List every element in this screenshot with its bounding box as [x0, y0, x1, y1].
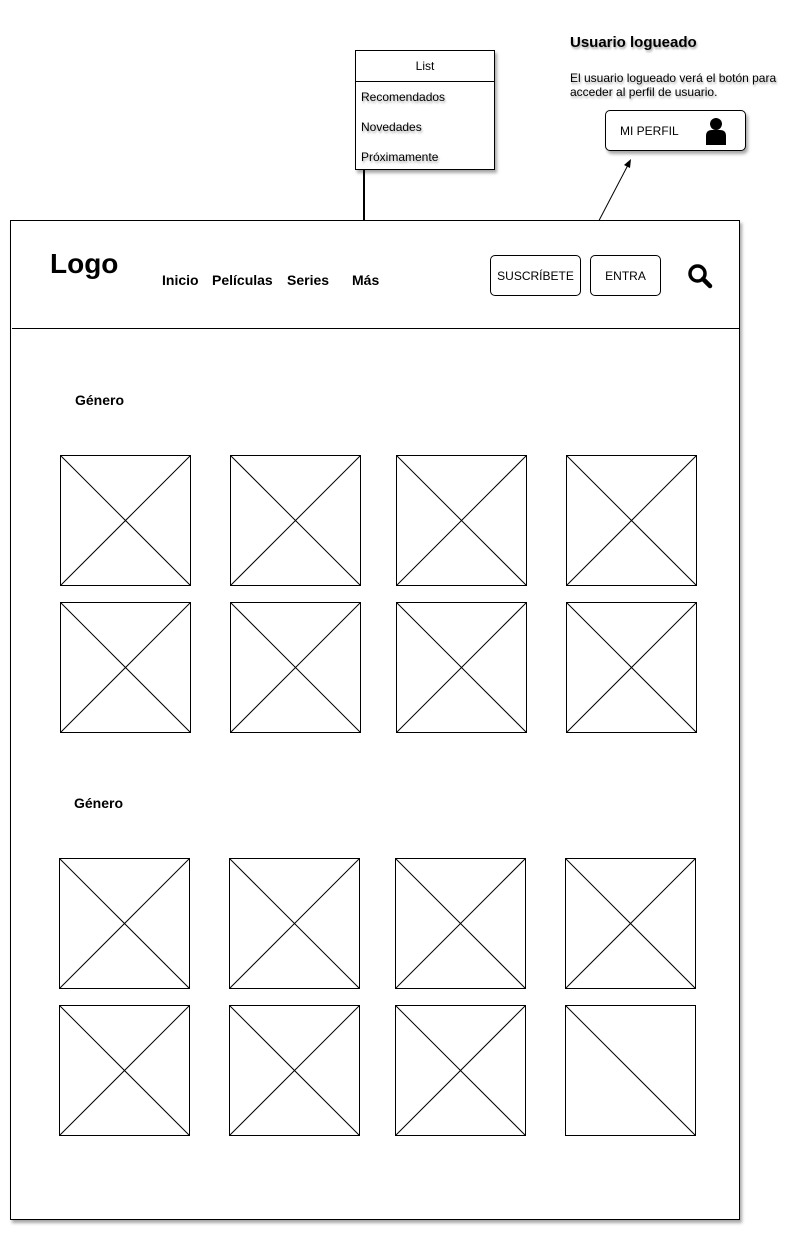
- image-placeholder: [396, 602, 527, 733]
- image-placeholder: [59, 1005, 190, 1136]
- logo: Logo: [50, 248, 119, 279]
- nav-peliculas[interactable]: Películas: [212, 272, 273, 288]
- nav-inicio[interactable]: Inicio: [162, 272, 199, 288]
- nav-series[interactable]: Series: [287, 272, 329, 288]
- search-icon[interactable]: [687, 263, 713, 289]
- header-divider: [12, 328, 740, 329]
- profile-arrowhead: [624, 159, 631, 168]
- image-placeholder: [395, 858, 526, 989]
- subscribe-label: SUSCRÍBETE: [497, 268, 574, 283]
- login-label: ENTRA: [605, 268, 646, 283]
- image-placeholder: [59, 858, 190, 989]
- note-text: El usuario logueado verá el botón para a…: [570, 71, 777, 99]
- note-title: Usuario logueado: [570, 34, 697, 51]
- image-placeholder: [566, 455, 697, 586]
- profile-button[interactable]: MI PERFIL: [605, 110, 746, 151]
- image-placeholder: [230, 455, 361, 586]
- profile-button-label: MI PERFIL: [620, 123, 679, 138]
- dropdown-item-novedades[interactable]: Novedades: [356, 112, 494, 142]
- dropdown-title: List: [356, 51, 494, 82]
- image-placeholder: [395, 1005, 526, 1136]
- image-placeholder: [566, 602, 697, 733]
- image-placeholder: [60, 602, 191, 733]
- image-placeholder: [396, 455, 527, 586]
- login-button[interactable]: ENTRA: [590, 255, 661, 296]
- image-placeholder: [565, 858, 696, 989]
- dropdown-item-recomendados[interactable]: Recomendados: [356, 82, 494, 112]
- dropdown-item-proximamente[interactable]: Próximamente: [356, 142, 494, 172]
- image-placeholder: [230, 602, 361, 733]
- subscribe-button[interactable]: SUSCRÍBETE: [490, 255, 581, 296]
- user-icon: [706, 118, 726, 145]
- image-placeholder: [229, 858, 360, 989]
- more-dropdown[interactable]: List Recomendados Novedades Próximamente: [355, 50, 495, 170]
- image-placeholder: [60, 455, 191, 586]
- section-title: Género: [74, 795, 124, 811]
- image-placeholder: [565, 1005, 696, 1136]
- image-placeholder: [229, 1005, 360, 1136]
- section-title: Género: [75, 392, 125, 408]
- nav-mas[interactable]: Más: [352, 272, 379, 288]
